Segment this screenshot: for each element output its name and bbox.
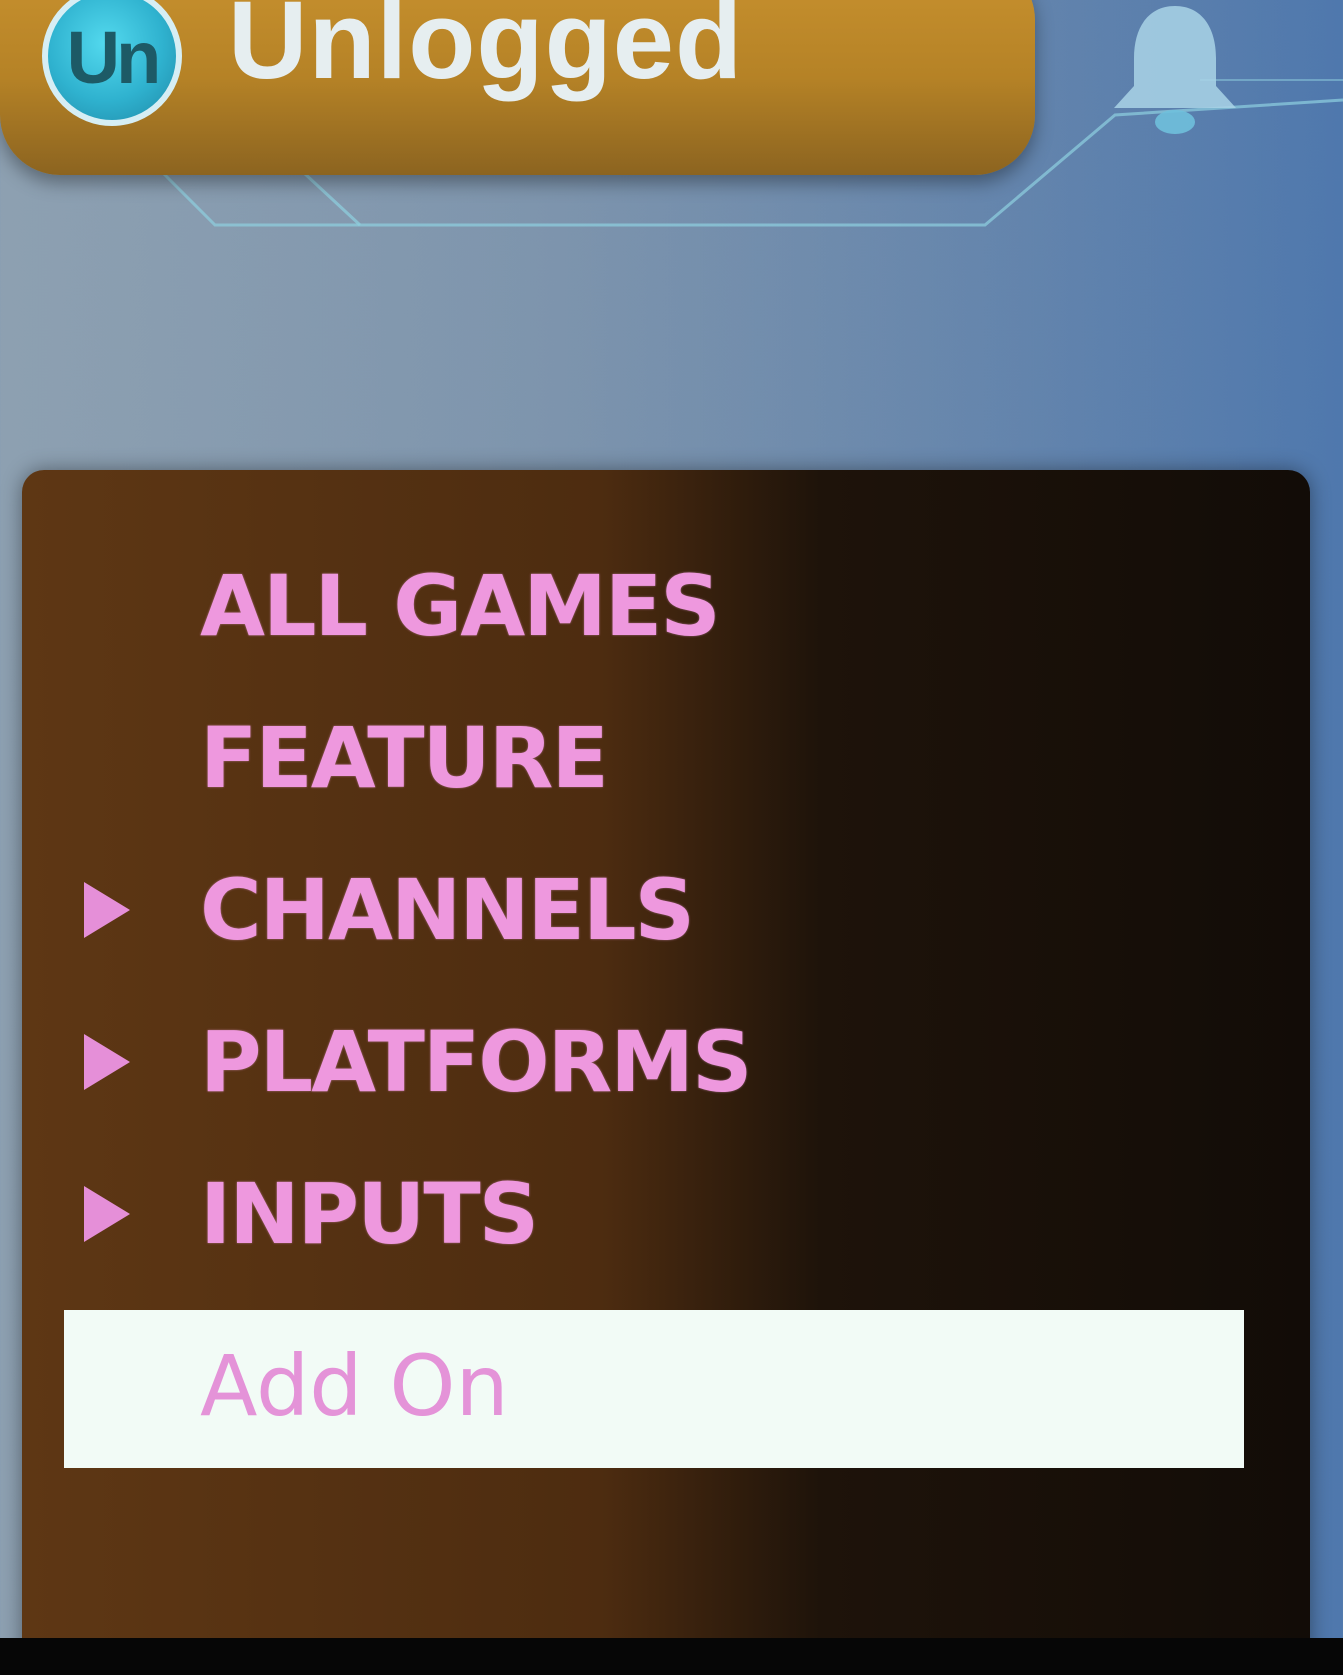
menu-item-label: Add On: [200, 1337, 509, 1435]
screen-bezel: [0, 1638, 1343, 1675]
menu-item-add-on[interactable]: Add On: [22, 1310, 1310, 1468]
menu-item-channels[interactable]: CHANNELS: [22, 834, 1310, 986]
avatar-initials: Un: [66, 15, 162, 99]
bell-icon[interactable]: [1100, 0, 1250, 145]
menu-item-feature[interactable]: FEATURE: [22, 682, 1310, 834]
menu-item-platforms[interactable]: PLATFORMS: [22, 986, 1310, 1138]
menu-item-inputs[interactable]: INPUTS: [22, 1138, 1310, 1290]
menu-item-label: ALL GAMES: [200, 557, 721, 655]
menu-item-label: FEATURE: [200, 709, 609, 807]
main-menu-panel: ALL GAMES FEATURE CHANNELS PLATFORMS INP…: [22, 470, 1310, 1675]
menu-item-label: INPUTS: [200, 1165, 539, 1263]
menu-list: ALL GAMES FEATURE CHANNELS PLATFORMS INP…: [22, 530, 1310, 1468]
menu-item-label: PLATFORMS: [200, 1013, 752, 1111]
username-label: Unlogged: [228, 0, 744, 102]
menu-item-all-games[interactable]: ALL GAMES: [22, 530, 1310, 682]
caret-right-icon: [84, 1034, 130, 1090]
menu-item-label: CHANNELS: [200, 861, 695, 959]
caret-right-icon: [84, 882, 130, 938]
caret-right-icon: [84, 1186, 130, 1242]
